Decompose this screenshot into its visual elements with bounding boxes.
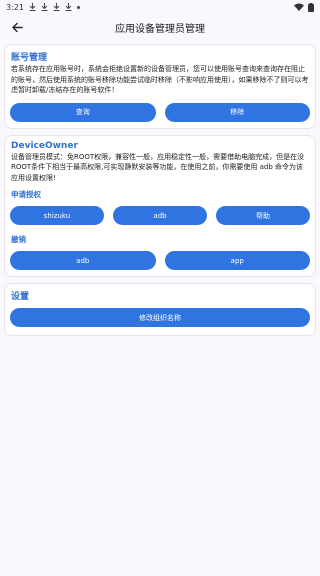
help-button[interactable]: 帮助 — [216, 206, 310, 225]
account-management-card: 账号管理 若系统存在应用账号时，系统会拒绝设置新的设备管理员，您可以使用账号查询… — [4, 44, 316, 129]
download-icon — [65, 3, 72, 11]
back-button[interactable] — [2, 14, 32, 40]
account-heading: 账号管理 — [11, 53, 48, 63]
device-owner-description: 设备管理员模式：免ROOT权限，兼容性一般，应用稳定性一般，需要借助电脑完成，但… — [11, 152, 305, 182]
revoke-app-button[interactable]: app — [164, 251, 310, 270]
edit-org-name-button[interactable]: 修改组织名称 — [10, 308, 310, 327]
dot-icon — [76, 5, 80, 9]
download-icon — [29, 3, 36, 11]
top-app-bar: 应用设备管理员管理 — [0, 14, 320, 40]
status-bar: 3:21 — [0, 0, 320, 14]
revoke-heading: 撤销 — [11, 235, 26, 244]
query-button[interactable]: 查询 — [10, 102, 156, 122]
page-title: 应用设备管理员管理 — [115, 23, 205, 35]
download-icon — [41, 3, 48, 11]
arrow-left-icon — [11, 22, 23, 32]
grant-heading: 申请授权 — [11, 190, 41, 199]
grant-shizuku-button[interactable]: shizuku — [10, 206, 104, 225]
settings-card: 设置 修改组织名称 — [4, 283, 316, 336]
settings-heading: 设置 — [11, 292, 30, 302]
grant-adb-button[interactable]: adb — [113, 206, 207, 225]
battery-icon — [308, 2, 314, 12]
revoke-adb-button[interactable]: adb — [10, 251, 156, 270]
wifi-icon — [294, 3, 304, 11]
device-owner-heading: DeviceOwner — [11, 140, 78, 151]
remove-button[interactable]: 移除 — [164, 102, 310, 122]
status-time: 3:21 — [6, 2, 24, 12]
device-owner-card: DeviceOwner 设备管理员模式：免ROOT权限，兼容性一般，应用稳定性一… — [4, 134, 316, 277]
account-description: 若系统存在应用账号时，系统会拒绝设置新的设备管理员，您可以使用账号查询来查询存在… — [11, 65, 309, 94]
download-icon — [53, 3, 60, 11]
